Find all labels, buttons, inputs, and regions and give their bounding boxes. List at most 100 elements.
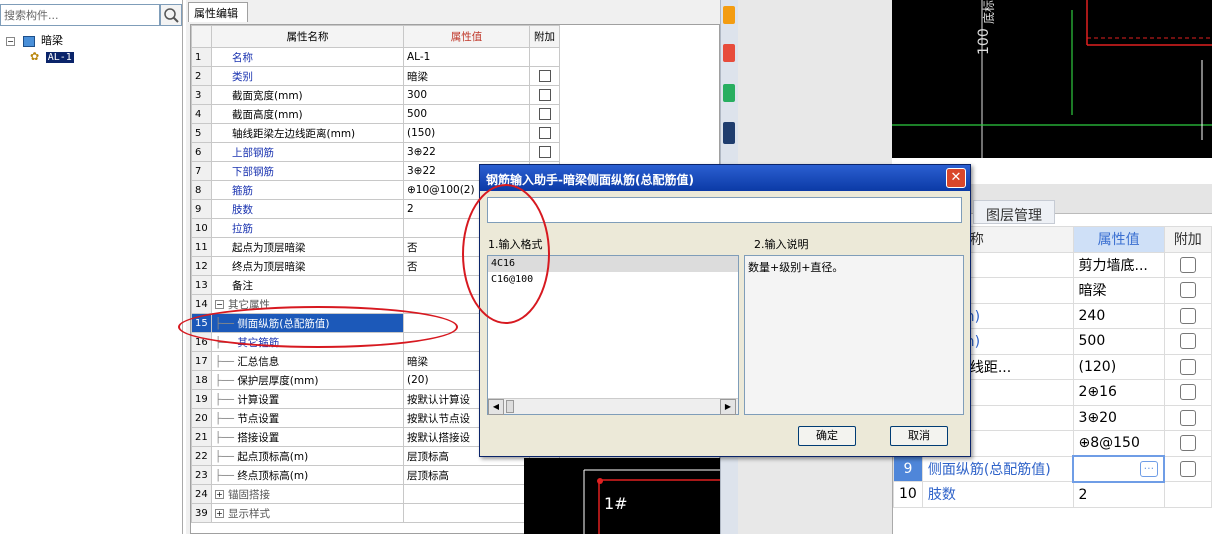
search-input[interactable]: 搜索构件... <box>0 4 160 26</box>
property-name: 肢数 <box>232 203 253 216</box>
collapse-icon[interactable]: − <box>215 300 224 309</box>
property-value-cell[interactable]: 3⊕20 <box>1072 404 1165 431</box>
table-row[interactable]: 4 截面高度(mm) 500 <box>191 104 560 124</box>
edit-button[interactable]: ··· <box>1139 460 1159 477</box>
row-number: 20 <box>191 408 212 428</box>
name-header: 属性名称 <box>211 25 404 48</box>
tool-icon[interactable] <box>723 122 735 144</box>
checkbox[interactable] <box>1179 307 1196 324</box>
property-name: 名称 <box>232 51 253 64</box>
property-name-cell: 截面高度(mm) <box>211 104 404 124</box>
table-row[interactable]: 5 轴线距梁左边线距离(mm) (150) <box>191 123 560 143</box>
checkbox[interactable] <box>1179 333 1196 350</box>
tab-property-edit[interactable]: 属性编辑 <box>188 2 248 22</box>
checkbox[interactable] <box>538 89 551 101</box>
row-number: 21 <box>191 427 212 447</box>
tool-icon[interactable] <box>723 84 735 102</box>
row-number: 8 <box>191 180 212 200</box>
component-tree-pane: 搜索构件... − 暗梁 ✿ AL-1 <box>0 0 183 534</box>
property-value-cell[interactable]: (120) <box>1072 353 1165 380</box>
annotation-ellipse <box>178 306 458 348</box>
row-number: 10 <box>191 218 212 238</box>
tab-layer-management[interactable]: 图层管理 <box>973 200 1055 224</box>
row-number: 3 <box>191 85 212 105</box>
table-row[interactable]: 10 肢数 2 <box>893 481 1212 508</box>
property-value-cell[interactable]: ⊕8@150 <box>1072 430 1165 457</box>
checkbox[interactable] <box>538 127 551 139</box>
table-row[interactable]: 39 + 显示样式 <box>191 503 560 523</box>
close-button[interactable]: ✕ <box>946 168 966 188</box>
checkbox[interactable] <box>538 146 551 158</box>
property-name: 节点设置 <box>237 412 280 425</box>
property-value-cell[interactable]: AL-1 <box>403 47 530 67</box>
tool-icon[interactable] <box>723 6 735 24</box>
property-value-cell[interactable]: ··· <box>1072 455 1166 483</box>
horizontal-scrollbar[interactable]: ◀ ▶ <box>488 398 738 415</box>
row-number: 2 <box>191 66 212 86</box>
property-value-cell[interactable]: 2 <box>1072 481 1165 508</box>
cad-drawing-top: 100 底标 <box>892 0 1212 158</box>
checkbox[interactable] <box>538 70 551 82</box>
checkbox[interactable] <box>1179 435 1196 452</box>
extra-cell <box>529 104 560 124</box>
expand-icon[interactable]: + <box>215 490 224 499</box>
property-value-cell[interactable]: 500 <box>1072 328 1165 355</box>
property-value-cell[interactable]: 500 <box>403 104 530 124</box>
property-name: 箍筋 <box>232 184 253 197</box>
property-value-cell[interactable]: 暗梁 <box>1072 277 1165 304</box>
checkbox[interactable] <box>1179 282 1196 299</box>
scroll-thumb[interactable] <box>506 400 514 413</box>
tree-node-al-1[interactable]: ✿ AL-1 <box>30 49 74 65</box>
property-name-cell: 名称 <box>211 47 404 67</box>
cad-drawing-bottom: 1# <box>524 458 720 534</box>
ok-button[interactable]: 确定 <box>798 426 856 446</box>
scroll-left-icon[interactable]: ◀ <box>488 399 504 415</box>
checkbox[interactable] <box>1179 256 1196 273</box>
collapse-icon[interactable]: − <box>6 36 15 46</box>
extra-cell <box>1163 302 1212 329</box>
checkbox[interactable] <box>1179 358 1196 375</box>
extra-cell <box>1163 251 1212 278</box>
search-button[interactable] <box>160 4 182 26</box>
table-row[interactable]: 23 ├── 终点顶标高(m) 层顶标高 <box>191 465 560 485</box>
checkbox[interactable] <box>1179 409 1196 426</box>
property-name-cell: 肢数 <box>211 199 404 219</box>
property-value-cell[interactable] <box>403 484 530 504</box>
checkbox[interactable] <box>1179 384 1196 401</box>
row-number: 9 <box>893 455 923 482</box>
property-value-cell[interactable]: (150) <box>403 123 530 143</box>
scroll-right-icon[interactable]: ▶ <box>720 399 736 415</box>
extra-cell <box>1163 404 1212 431</box>
tree-line: ├── <box>215 450 238 463</box>
table-row[interactable]: 9 侧面纵筋(总配筋值) ··· <box>893 455 1212 483</box>
property-value-cell[interactable]: 层顶标高 <box>403 465 530 485</box>
cancel-button[interactable]: 取消 <box>890 426 948 446</box>
property-name-cell: ├── 搭接设置 <box>211 427 404 447</box>
property-name: 起点顶标高(m) <box>237 450 309 463</box>
property-value-cell[interactable]: 2⊕16 <box>1072 379 1165 406</box>
row-number: 13 <box>191 275 212 295</box>
property-name: 汇总信息 <box>237 355 280 368</box>
table-row[interactable]: 2 类别 暗梁 <box>191 66 560 86</box>
table-row[interactable]: 1 名称 AL-1 <box>191 47 560 67</box>
checkbox[interactable] <box>538 108 551 120</box>
property-value-cell[interactable]: 剪力墙底... <box>1072 251 1165 278</box>
table-row[interactable]: 3 截面宽度(mm) 300 <box>191 85 560 105</box>
tool-icon[interactable] <box>723 44 735 62</box>
table-row[interactable]: 6 上部钢筋 3⊕22 <box>191 142 560 162</box>
property-value-cell[interactable]: 300 <box>403 85 530 105</box>
property-name-cell: 箍筋 <box>211 180 404 200</box>
rebar-input-field[interactable] <box>487 197 962 223</box>
property-value-cell[interactable] <box>403 503 530 523</box>
property-value-cell[interactable]: 240 <box>1072 302 1165 329</box>
extra-cell <box>529 66 560 86</box>
expand-icon[interactable]: + <box>215 509 224 518</box>
tree-node-anliang[interactable]: − 暗梁 <box>6 33 63 49</box>
property-value-cell[interactable]: 3⊕22 <box>403 142 530 162</box>
property-value-cell[interactable]: 暗梁 <box>403 66 530 86</box>
table-row[interactable]: 24 + 锚固搭接 <box>191 484 560 504</box>
checkbox[interactable] <box>1180 460 1197 477</box>
extra-cell <box>529 47 560 67</box>
extra-cell <box>1163 455 1212 482</box>
description-label: 2.输入说明 <box>754 238 809 251</box>
